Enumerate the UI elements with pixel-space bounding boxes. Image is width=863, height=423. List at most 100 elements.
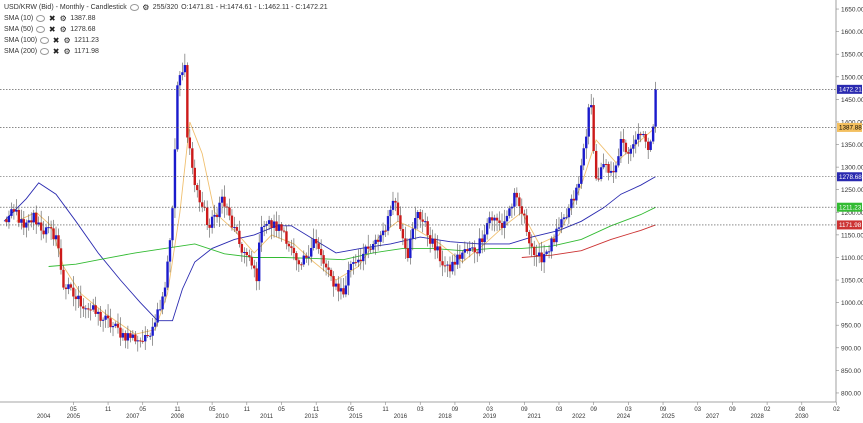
candle-body <box>10 209 13 216</box>
candle-body <box>508 208 511 216</box>
legend-sma-10: SMA (10) ✖ ⚙ 1387.88 <box>4 13 328 24</box>
candle-body <box>39 222 43 231</box>
candle-body <box>431 238 434 244</box>
candle-body <box>250 257 253 266</box>
candle-body <box>163 287 167 297</box>
y-tick-label: 1300.00 <box>841 165 863 172</box>
settings-icon[interactable]: ⚙ <box>142 3 150 12</box>
close-icon[interactable]: ✖ <box>48 25 56 34</box>
candle-body <box>342 288 345 295</box>
candle-body <box>235 227 239 231</box>
candle-body <box>649 141 652 150</box>
candle-body <box>171 208 174 241</box>
candle-body <box>253 265 256 269</box>
x-tick-month: 05 <box>70 407 77 413</box>
candle-body <box>639 133 642 136</box>
candle-body <box>607 164 610 173</box>
candle-body <box>151 326 154 336</box>
candle-body <box>570 198 573 209</box>
settings-icon[interactable]: ⚙ <box>63 36 71 45</box>
candle-body <box>89 309 92 311</box>
candle-body <box>156 309 159 323</box>
price-marker-label: 1211.23 <box>839 205 862 212</box>
candle-body <box>339 288 343 292</box>
candle-body <box>245 252 249 256</box>
candle-body <box>69 284 73 288</box>
candle-body <box>42 230 45 235</box>
candle-body <box>409 238 412 259</box>
settings-icon[interactable]: ⚙ <box>59 14 67 23</box>
candle-body <box>44 227 48 235</box>
candle-body <box>305 255 308 258</box>
close-icon[interactable]: ✖ <box>52 36 60 45</box>
candle-body <box>178 75 182 86</box>
candle-body <box>463 249 467 253</box>
legend-sma-50: SMA (50) ✖ ⚙ 1278.68 <box>4 24 328 35</box>
candle-body <box>513 192 516 207</box>
candle-body <box>500 222 504 228</box>
candle-body <box>12 209 16 212</box>
candle-body <box>458 254 462 259</box>
candle-body <box>196 185 199 191</box>
candle-body <box>384 230 387 232</box>
candle-body <box>213 214 216 217</box>
visibility-icon[interactable] <box>40 37 50 44</box>
x-tick-year: 2010 <box>215 414 229 418</box>
y-tick-label: 1550.00 <box>841 52 863 59</box>
candle-body <box>369 248 372 250</box>
visibility-icon[interactable] <box>40 48 50 55</box>
candle-body <box>528 231 531 244</box>
candle-body <box>389 209 392 217</box>
candle-body <box>176 85 179 150</box>
y-tick-label: 900.00 <box>841 345 861 352</box>
candle-body <box>314 239 318 244</box>
candle-body <box>627 152 630 154</box>
candle-body <box>84 308 87 310</box>
candle-body <box>557 227 561 229</box>
visibility-icon[interactable] <box>129 4 139 11</box>
candle-body <box>290 246 293 248</box>
candle-body <box>367 246 370 249</box>
candle-body <box>94 305 97 314</box>
candle-body <box>443 265 447 267</box>
candle-body <box>612 170 615 173</box>
candle-body <box>604 164 608 166</box>
candle-body <box>32 212 35 223</box>
candle-body <box>218 202 221 218</box>
candle-body <box>495 217 499 221</box>
price-marker-label: 1278.68 <box>839 174 862 181</box>
settings-icon[interactable]: ⚙ <box>63 47 71 56</box>
candle-body <box>99 311 102 321</box>
chart-container: 800.00 850.00 900.00 950.00 1000.00 1050.00 11… <box>0 0 863 420</box>
x-tick-month: 09 <box>590 407 597 413</box>
candle-body <box>646 141 650 150</box>
candle-body <box>468 248 471 252</box>
visibility-icon[interactable] <box>36 26 46 33</box>
candle-body <box>362 253 365 262</box>
x-tick-year: 2007 <box>126 414 140 418</box>
candle-body <box>547 251 551 253</box>
candle-body <box>30 220 33 223</box>
candle-body <box>525 215 528 232</box>
candle-body <box>637 133 640 140</box>
candle-body <box>201 202 204 207</box>
candle-body <box>476 252 479 254</box>
candle-body <box>550 238 553 252</box>
x-tick-month: 03 <box>556 407 563 413</box>
settings-icon[interactable]: ⚙ <box>59 25 67 34</box>
candle-body <box>243 252 246 254</box>
close-icon[interactable]: ✖ <box>52 47 60 56</box>
visibility-icon[interactable] <box>36 15 46 22</box>
candle-body <box>35 212 38 225</box>
legend-sma-100: SMA (100) ✖ ⚙ 1211.23 <box>4 35 328 46</box>
candle-body <box>121 333 125 338</box>
candle-body <box>421 219 424 222</box>
candle-body <box>391 200 395 210</box>
candle-body <box>585 136 588 149</box>
candle-body <box>629 148 633 154</box>
close-icon[interactable]: ✖ <box>48 14 56 23</box>
x-tick-year: 2011 <box>260 414 274 418</box>
legend-label: SMA (10) <box>4 15 34 22</box>
candle-body <box>282 230 286 232</box>
candle-body <box>82 306 85 309</box>
